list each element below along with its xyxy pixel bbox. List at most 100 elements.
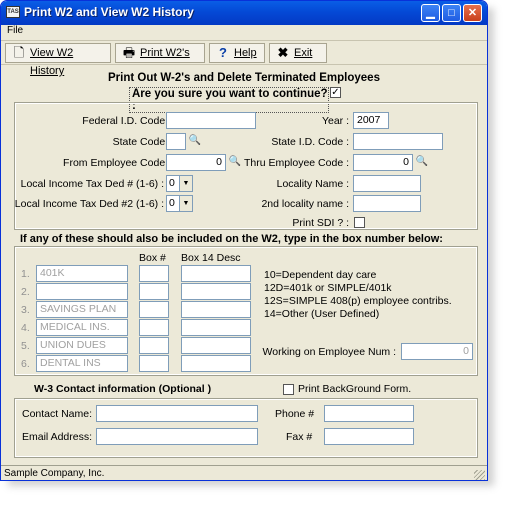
locality2-label: 2nd locality name : xyxy=(261,198,349,210)
local-tax2-label: Local Income Tax Ded #2 (1-6) : xyxy=(14,198,164,210)
deduction-name-field[interactable]: UNION DUES xyxy=(36,337,128,354)
view-w2-history-button[interactable]: 🗋 View W2 History xyxy=(5,43,111,77)
local-tax2-select[interactable]: 0 ▼ xyxy=(166,195,193,212)
box14-desc-field[interactable] xyxy=(181,319,251,336)
status-bar: Sample Company, Inc. xyxy=(1,465,487,480)
from-employee-field[interactable]: 0 xyxy=(166,154,226,171)
close-button[interactable]: ✕ xyxy=(463,4,482,22)
box14-desc-field[interactable] xyxy=(181,301,251,318)
binoculars-icon[interactable]: 🔍 xyxy=(188,135,202,147)
box14-desc-field[interactable] xyxy=(181,337,251,354)
deduction-name-field[interactable]: MEDICAL INS. xyxy=(36,319,128,336)
document-icon: 🗋 xyxy=(13,45,25,60)
state-id-field[interactable] xyxy=(353,133,443,150)
title-bar[interactable]: TAS Print W2 and View W2 History ▁ □ ✕ xyxy=(1,1,487,25)
deduction-name-field[interactable] xyxy=(36,283,128,300)
confirm-checkbox[interactable]: ✓ xyxy=(330,87,341,98)
from-employee-label: From Employee Code : xyxy=(63,157,171,169)
checkmark-icon: ✓ xyxy=(331,87,340,98)
contact-heading: W-3 Contact information (Optional ) xyxy=(34,383,212,395)
box14-desc-field[interactable] xyxy=(181,355,251,372)
deduction-name-field[interactable]: 401K xyxy=(36,265,128,282)
menu-file[interactable]: File xyxy=(7,25,23,36)
row-number: 2. xyxy=(21,286,30,298)
state-id-label: State I.D. Code : xyxy=(271,136,349,148)
box14-desc-field[interactable] xyxy=(181,283,251,300)
legend-line: 12D=401k or SIMPLE/401k xyxy=(264,282,392,294)
maximize-button[interactable]: □ xyxy=(442,4,461,22)
menu-bar: File xyxy=(1,25,487,39)
box-number-field[interactable] xyxy=(139,283,169,300)
local-tax1-select[interactable]: 0 ▼ xyxy=(166,175,193,192)
desc-column-header: Box 14 Desc xyxy=(181,252,241,264)
federal-id-field[interactable] xyxy=(166,112,256,129)
state-code-field[interactable] xyxy=(166,133,186,150)
local-tax1-value: 0 xyxy=(169,177,175,189)
window-title: Print W2 and View W2 History xyxy=(24,5,194,19)
main-window: TAS Print W2 and View W2 History ▁ □ ✕ F… xyxy=(0,0,488,481)
main-heading: Print Out W-2's and Delete Terminated Em… xyxy=(108,72,380,84)
box-code-legend: 10=Dependent day care 12D=401k or SIMPLE… xyxy=(264,269,452,321)
box-number-field[interactable] xyxy=(139,355,169,372)
thru-employee-field[interactable]: 0 xyxy=(353,154,413,171)
box-number-field[interactable] xyxy=(139,301,169,318)
state-code-label: State Code : xyxy=(112,136,171,148)
box-number-field[interactable] xyxy=(139,265,169,282)
exit-label: Exit xyxy=(294,47,313,59)
box-section-heading: If any of these should also be included … xyxy=(20,233,443,245)
chevron-down-icon: ▼ xyxy=(179,196,192,211)
working-employee-field: 0 xyxy=(401,343,473,360)
help-button[interactable]: ? Help xyxy=(209,43,265,63)
contact-name-field[interactable] xyxy=(96,405,258,422)
legend-line: 12S=SIMPLE 408(p) employee contribs. xyxy=(264,295,452,307)
locality2-field[interactable] xyxy=(353,195,421,212)
toolbar: 🗋 View W2 History 🖶 Print W2's ? Help ✖ … xyxy=(1,40,487,77)
binoculars-icon[interactable]: 🔍 xyxy=(415,156,429,168)
fax-field[interactable] xyxy=(324,428,414,445)
resize-grip-icon[interactable] xyxy=(474,470,485,480)
email-field[interactable] xyxy=(96,428,258,445)
box-number-field[interactable] xyxy=(139,337,169,354)
legend-line: 10=Dependent day care xyxy=(264,269,377,281)
minimize-icon: ▁ xyxy=(426,7,435,19)
thru-employee-label: Thru Employee Code : xyxy=(243,157,349,169)
background-form-label: Print BackGround Form. xyxy=(298,383,412,395)
fax-label: Fax # xyxy=(286,431,313,443)
minimize-button[interactable]: ▁ xyxy=(421,4,440,22)
print-w2-button[interactable]: 🖶 Print W2's xyxy=(115,43,205,63)
local-tax1-label: Local Income Tax Ded # (1-6) : xyxy=(20,178,164,190)
locality-name-field[interactable] xyxy=(353,175,421,192)
app-icon: TAS xyxy=(6,6,20,18)
box-number-field[interactable] xyxy=(139,319,169,336)
deduction-name-field[interactable]: DENTAL INS xyxy=(36,355,128,372)
exit-icon: ✖ xyxy=(277,45,289,60)
locality-name-label: Locality Name : xyxy=(276,178,349,190)
print-sdi-checkbox[interactable] xyxy=(354,217,365,228)
contact-name-label: Contact Name: xyxy=(22,408,93,420)
help-label: Help xyxy=(234,47,257,59)
phone-label: Phone # xyxy=(275,408,315,420)
exit-button[interactable]: ✖ Exit xyxy=(269,43,327,63)
contact-panel: Contact Name: Phone # Email Address: Fax… xyxy=(14,398,478,458)
year-label: Year : xyxy=(321,115,349,127)
working-employee-label: Working on Employee Num : xyxy=(262,346,396,358)
maximize-icon: □ xyxy=(448,7,455,19)
year-field[interactable]: 2007 xyxy=(353,112,389,129)
print-sdi-label: Print SDI ? : xyxy=(292,217,349,229)
row-number: 6. xyxy=(21,358,30,370)
box14-desc-field[interactable] xyxy=(181,265,251,282)
row-number: 5. xyxy=(21,340,30,352)
legend-line: 14=Other (User Defined) xyxy=(264,308,380,320)
box-column-header: Box # xyxy=(139,252,166,264)
phone-field[interactable] xyxy=(324,405,414,422)
print-w2-label: Print W2's xyxy=(140,47,190,59)
close-icon: ✕ xyxy=(467,7,478,19)
row-number: 3. xyxy=(21,304,30,316)
row-number: 1. xyxy=(21,268,30,280)
deduction-name-field[interactable]: SAVINGS PLAN xyxy=(36,301,128,318)
chevron-down-icon: ▼ xyxy=(179,176,192,191)
federal-id-label: Federal I.D. Code : xyxy=(82,115,171,127)
status-text: Sample Company, Inc. xyxy=(4,468,105,479)
binoculars-icon[interactable]: 🔍 xyxy=(228,156,242,168)
background-form-checkbox[interactable] xyxy=(283,384,294,395)
